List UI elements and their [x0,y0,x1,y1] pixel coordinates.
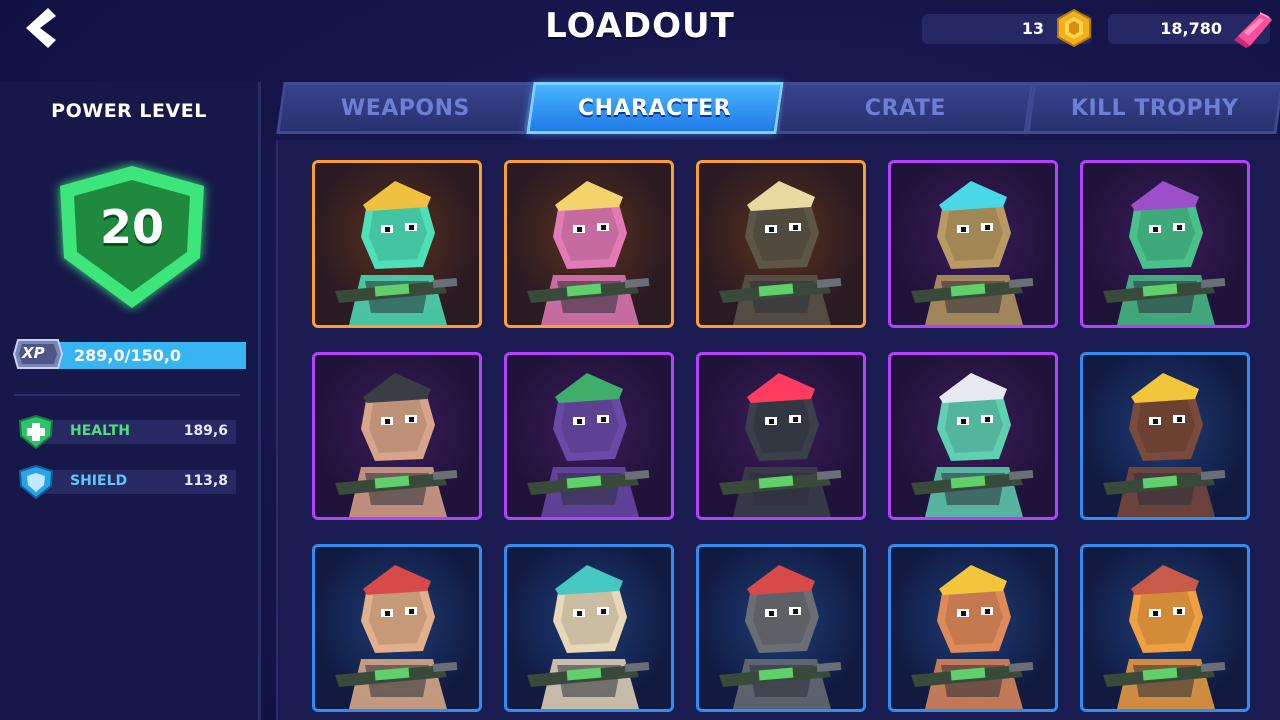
character-card[interactable] [312,352,482,520]
tab-weapons[interactable]: WEAPONS [276,82,534,134]
xp-text: 289,0/150,0 [74,346,182,365]
viking-helmet-icon [911,565,1034,709]
power-level-label: POWER LEVEL [51,100,207,122]
character-card[interactable] [888,160,1058,328]
character-card[interactable] [888,352,1058,520]
shield-label: SHIELD [70,473,128,489]
power-level-value: 20 [99,200,164,254]
pink-gem-icon [1234,12,1272,48]
character-card[interactable] [696,352,866,520]
dino-croc-icon [1103,181,1226,325]
steampunk-goggles-icon [911,181,1034,325]
tab-crate[interactable]: CRATE [776,82,1034,134]
health-label: HEALTH [70,423,130,439]
coin-icon [1057,8,1091,48]
shield-stat: SHIELD 113,8 [16,464,236,500]
gem-amount: 18,780 [1160,19,1222,38]
cyborg-ninja-icon [719,373,842,517]
tab-weapons-label: WEAPONS [340,95,470,121]
character-card[interactable] [888,544,1058,712]
fish-man-icon [911,373,1034,517]
tab-crate-label: CRATE [864,95,946,121]
xp-bar: 289,0/150,0 [54,342,246,369]
page-title: LOADOUT [545,6,735,46]
pirate-octopus-icon [527,373,650,517]
military-officer-icon [335,373,458,517]
redcap-grenadier-icon [335,565,458,709]
health-value: 189,6 [183,423,228,439]
character-card[interactable] [504,352,674,520]
coin-counter[interactable]: 13 [922,8,1092,48]
coin-amount: 13 [1021,19,1044,38]
loadout-tabs: WEAPONS CHARACTER CRATE KILL TROPHY [276,82,1280,138]
character-card[interactable] [312,160,482,328]
flaming-skull-king-icon [335,181,458,325]
xp-label: XP [22,344,45,362]
shield-icon [18,464,54,500]
character-grid [276,140,1280,720]
xp-progress: 289,0/150,0 XP [12,334,246,374]
power-level-badge: 20 [50,160,214,314]
power-level-panel: POWER LEVEL 20 289,0/150,0 XP HEALTH 189… [0,82,261,720]
gem-counter[interactable]: 18,780 [1108,12,1272,48]
tab-kill-trophy[interactable]: KILL TROPHY [1026,82,1280,134]
xp-badge: XP [12,334,64,374]
health-cross-icon [18,414,54,450]
gray-wolf-icon [719,565,842,709]
masked-wrestler-icon [1103,565,1226,709]
tribal-warrior-icon [1103,373,1226,517]
back-arrow-icon [26,8,56,48]
back-button[interactable] [18,6,62,50]
character-card[interactable] [312,544,482,712]
character-card[interactable] [504,544,674,712]
character-card[interactable] [696,544,866,712]
tab-kill-trophy-label: KILL TROPHY [1071,95,1239,121]
character-card[interactable] [696,160,866,328]
character-card[interactable] [1080,160,1250,328]
character-card[interactable] [504,160,674,328]
tab-character-label: CHARACTER [578,95,732,121]
health-stat: HEALTH 189,6 [16,414,236,450]
antlered-beast-icon [719,181,842,325]
panel-divider [14,394,240,396]
character-card[interactable] [1080,352,1250,520]
shield-bar: SHIELD 113,8 [36,470,236,494]
shield-value: 113,8 [183,473,228,489]
cat-gunner-icon [527,565,650,709]
pink-bunny-icon [527,181,650,325]
character-card[interactable] [1080,544,1250,712]
health-bar: HEALTH 189,6 [36,420,236,444]
tab-character[interactable]: CHARACTER [526,82,784,134]
